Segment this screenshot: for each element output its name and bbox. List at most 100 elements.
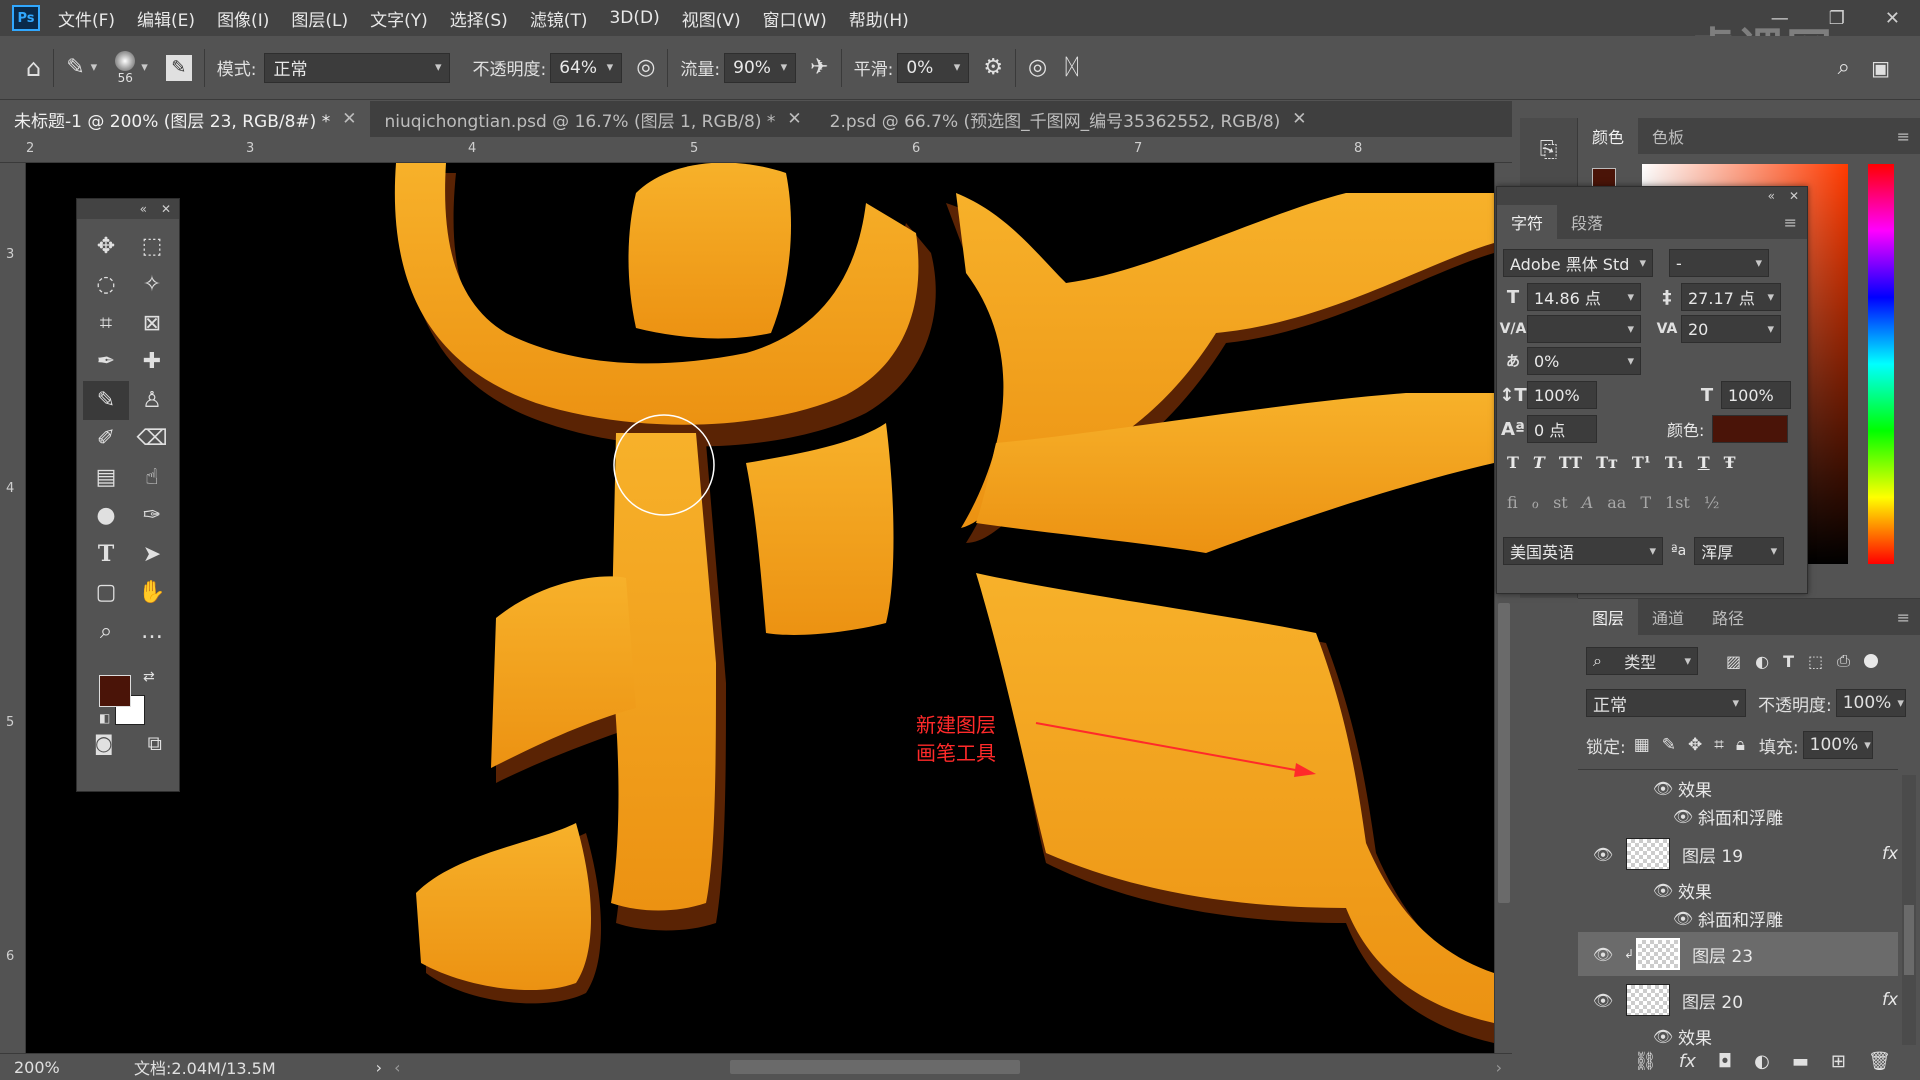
type-tool-icon[interactable]: T	[83, 535, 129, 574]
menu-edit[interactable]: 编辑(E)	[137, 6, 195, 31]
eye-icon[interactable]: 👁︎	[1648, 881, 1678, 900]
filter-adjustment-icon[interactable]: ◐	[1755, 652, 1769, 671]
lasso-tool-icon[interactable]: ◌	[83, 266, 129, 305]
baseline-shift-field[interactable]: 0 点	[1527, 415, 1597, 443]
underline-button[interactable]: T	[1698, 453, 1710, 472]
new-layer-icon[interactable]: ⊞	[1831, 1051, 1846, 1072]
swash-button[interactable]: A	[1582, 493, 1594, 512]
menu-select[interactable]: 选择(S)	[450, 6, 508, 31]
pressure-size-icon[interactable]: ◎	[1028, 55, 1047, 80]
doc-tab-untitled[interactable]: 未标题-1 @ 200% (图层 23, RGB/8#) * ✕	[0, 101, 371, 137]
chevron-down-icon[interactable]: ▾	[141, 60, 148, 75]
brush-size-picker[interactable]: 56	[115, 50, 136, 85]
pressure-opacity-icon[interactable]: ◎	[636, 55, 655, 80]
filter-toggle[interactable]	[1863, 654, 1878, 668]
layers-scrollbar[interactable]	[1902, 775, 1916, 1045]
layer-effects-row[interactable]: 👁︎ 效果	[1578, 878, 1898, 903]
scroll-left-icon[interactable]: ‹	[394, 1058, 400, 1077]
airbrush-icon[interactable]: ✈	[810, 55, 828, 80]
eraser-tool-icon[interactable]: ⌫	[129, 420, 175, 459]
font-family-select[interactable]: Adobe 黑体 Std ▾	[1503, 249, 1653, 277]
hand-tool-icon[interactable]: ✋	[129, 574, 175, 613]
hue-slider[interactable]	[1868, 164, 1894, 564]
panel-menu-icon[interactable]: ≡	[1784, 213, 1797, 232]
trash-icon[interactable]: 🗑︎	[1868, 1051, 1891, 1072]
char-panel-header[interactable]: «✕	[1497, 187, 1807, 205]
filter-smart-object-icon[interactable]: ⎙	[1837, 651, 1850, 671]
tab-swatches[interactable]: 色板	[1638, 118, 1698, 154]
fill-field[interactable]: 100% ▾	[1802, 731, 1873, 759]
layer-effects-row[interactable]: 👁︎ 效果	[1578, 776, 1898, 801]
strikethrough-button[interactable]: Ŧ	[1724, 453, 1736, 472]
add-mask-icon[interactable]: ◘	[1718, 1051, 1732, 1072]
lock-all-icon[interactable]: 🔒︎	[1736, 735, 1745, 755]
layer-effects-row[interactable]: 👁︎ 效果	[1578, 1024, 1898, 1049]
restore-icon[interactable]: ❐	[1829, 8, 1845, 29]
superscript-button[interactable]: T¹	[1632, 453, 1651, 472]
faux-italic-button[interactable]: T	[1533, 453, 1545, 472]
layer-opacity-field[interactable]: 100% ▾	[1835, 689, 1906, 717]
menu-window[interactable]: 窗口(W)	[763, 6, 827, 31]
healing-tool-icon[interactable]: ✚	[129, 343, 175, 382]
zoom-tool-icon[interactable]: ⌕	[83, 612, 129, 651]
layers-scrollbar-thumb[interactable]	[1904, 905, 1914, 975]
layer-row-selected[interactable]: 👁︎ ↲ 图层 23	[1578, 932, 1898, 976]
vertical-scale-field[interactable]: 100%	[1527, 381, 1597, 409]
fx-icon[interactable]: fx	[1679, 1051, 1696, 1072]
flow-field[interactable]: 90% ▾	[724, 52, 797, 83]
history-brush-tool-icon[interactable]: ✐	[83, 420, 129, 459]
toolbox-header[interactable]: «✕	[77, 199, 179, 219]
historical-ligatures-button[interactable]: st	[1553, 493, 1568, 512]
mode-select[interactable]: 正常 ▾	[264, 52, 451, 83]
tab-color[interactable]: 颜色	[1578, 118, 1639, 154]
eyedropper-tool-icon[interactable]: ✒	[83, 343, 129, 382]
document-canvas[interactable]: 新建图层 画笔工具	[26, 163, 1494, 1053]
ligatures-button[interactable]: fi	[1507, 493, 1518, 512]
tab-channels[interactable]: 通道	[1638, 599, 1698, 635]
menu-help[interactable]: 帮助(H)	[849, 6, 909, 31]
search-icon[interactable]: ⌕	[1838, 55, 1850, 80]
magic-wand-tool-icon[interactable]: ✧	[129, 266, 175, 305]
fx-badge[interactable]: fx	[1882, 990, 1898, 1010]
layer-row[interactable]: 👁︎ 图层 19 fx	[1578, 832, 1898, 876]
filter-type-icon[interactable]: T	[1783, 652, 1794, 671]
eye-icon[interactable]: 👁︎	[1588, 945, 1618, 964]
ordinals-button[interactable]: 1st	[1665, 493, 1690, 512]
more-tools-icon[interactable]: …	[129, 612, 175, 651]
text-color-swatch[interactable]	[1712, 415, 1789, 443]
horizontal-scale-field[interactable]: 100%	[1721, 381, 1791, 409]
tab-paths[interactable]: 路径	[1698, 599, 1758, 635]
faux-bold-button[interactable]: T	[1507, 453, 1519, 472]
shape-tool-icon[interactable]: ▢	[83, 574, 129, 613]
doc-tab-2psd[interactable]: 2.psd @ 66.7% (预选图_千图网_编号35362552, RGB/8…	[816, 101, 1321, 137]
menu-layer[interactable]: 图层(L)	[291, 6, 348, 31]
menu-filter[interactable]: 滤镜(T)	[530, 6, 588, 31]
eye-icon[interactable]: 👁︎	[1588, 991, 1618, 1010]
titling-alternates-button[interactable]: T	[1640, 493, 1651, 512]
quick-mask-icon[interactable]: ◙	[94, 731, 113, 755]
close-tab-icon[interactable]: ✕	[342, 109, 356, 129]
vertical-scrollbar-thumb[interactable]	[1498, 603, 1510, 903]
small-caps-button[interactable]: Tт	[1596, 453, 1618, 472]
history-panel-icon[interactable]: ⎘	[1520, 138, 1577, 163]
antialias-select[interactable]: 浑厚 ▾	[1694, 537, 1785, 565]
tab-layers[interactable]: 图层	[1578, 599, 1639, 635]
blend-mode-select[interactable]: 正常 ▾	[1586, 689, 1746, 717]
crop-tool-icon[interactable]: ⌗	[83, 304, 129, 343]
adjustment-layer-icon[interactable]: ◐	[1754, 1051, 1770, 1072]
eye-icon[interactable]: 👁︎	[1588, 845, 1618, 864]
eye-icon[interactable]: 👁︎	[1648, 1027, 1678, 1046]
opacity-field[interactable]: 64% ▾	[550, 52, 623, 83]
subscript-button[interactable]: T₁	[1665, 453, 1684, 472]
layer-row[interactable]: 👁︎ 图层 20 fx	[1578, 978, 1898, 1022]
eye-icon[interactable]: 👁︎	[1668, 807, 1698, 826]
font-style-select[interactable]: - ▾	[1669, 249, 1769, 277]
brush-settings-icon[interactable]: ✎	[165, 54, 192, 81]
menu-3d[interactable]: 3D(D)	[609, 8, 659, 28]
lock-transparent-icon[interactable]: ▦	[1634, 735, 1650, 755]
new-group-icon[interactable]: ▬	[1792, 1051, 1809, 1072]
gear-icon[interactable]: ⚙	[983, 55, 1003, 80]
lock-image-icon[interactable]: ✎	[1662, 735, 1676, 755]
link-layers-icon[interactable]: ⛓︎	[1634, 1051, 1657, 1072]
leading-field[interactable]: 27.17 点 ▾	[1681, 283, 1781, 311]
